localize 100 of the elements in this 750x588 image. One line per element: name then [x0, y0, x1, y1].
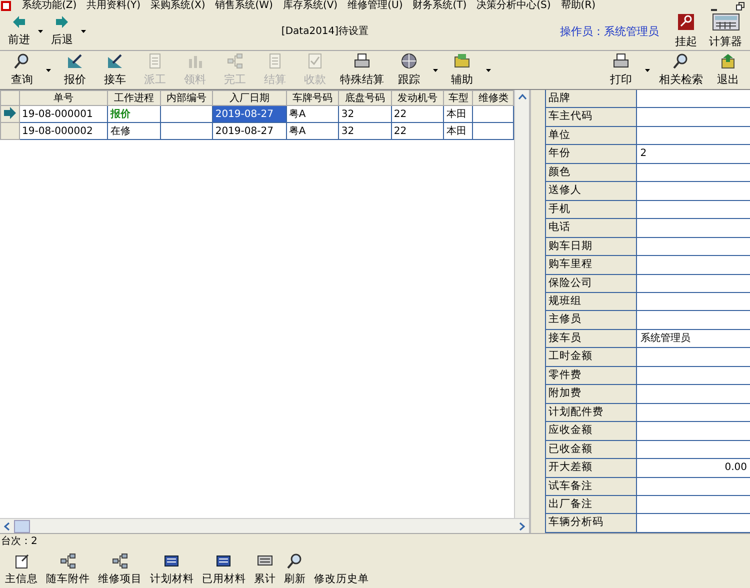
bottom-tab[interactable]: 修改历史单 [311, 552, 372, 586]
right-arrow-icon [3, 106, 17, 118]
property-value[interactable]: 系统管理员 [637, 330, 750, 348]
scroll-right-icon[interactable] [519, 522, 526, 530]
toolbar-button[interactable]: 退出 [709, 52, 747, 88]
scroll-up-icon[interactable] [518, 94, 527, 100]
column-header[interactable]: 单号 [20, 90, 108, 106]
tree-icon [60, 552, 76, 568]
column-header[interactable]: 发动机号 [391, 90, 444, 106]
bottom-tab[interactable]: 维修项目 [95, 552, 145, 586]
property-value[interactable]: 2 [637, 145, 750, 163]
table-cell: 本田 [444, 122, 473, 140]
document-icon [147, 53, 163, 69]
bottom-tab[interactable]: 计划材料 [147, 552, 197, 586]
document-icon [14, 552, 30, 568]
column-header[interactable]: 内部编号 [160, 90, 213, 106]
property-name: 年份 [546, 145, 638, 163]
search-icon [14, 53, 30, 69]
property-name: 电话 [546, 219, 638, 237]
card-icon [164, 552, 180, 568]
property-name: 开大差额 [546, 459, 638, 477]
toolbar-button[interactable]: 辅助 [443, 52, 481, 88]
property-name: 品牌 [546, 90, 638, 108]
toolbar-button[interactable]: 跟踪 [390, 52, 428, 88]
toolbar-button[interactable]: 计算器 [705, 12, 746, 50]
caret-icon[interactable] [46, 68, 51, 72]
printer-icon [354, 53, 370, 69]
bottom-tab[interactable]: 主信息 [2, 552, 41, 586]
status-text: 台次：2 [0, 533, 750, 550]
table-cell: 32 [338, 106, 392, 122]
column-header[interactable]: 底盘号码 [338, 90, 392, 106]
toolbar-button[interactable]: 报价 [56, 52, 94, 88]
property-name: 附加费 [546, 385, 638, 403]
property-name: 购车里程 [546, 256, 638, 274]
caret-icon[interactable] [433, 68, 438, 72]
column-header[interactable]: 入厂日期 [212, 90, 286, 106]
pen-icon [67, 53, 83, 69]
property-value[interactable]: 0.00 [637, 459, 750, 477]
column-header[interactable]: 车型 [444, 90, 473, 106]
exit-icon [720, 53, 736, 69]
column-header[interactable]: 工作进程 [108, 90, 160, 106]
table-cell: 22 [391, 122, 444, 140]
toolbar-button[interactable]: 接车 [96, 52, 134, 88]
scroll-thumb[interactable] [14, 520, 30, 532]
nav-button[interactable]: 前进 [4, 14, 34, 48]
horizontal-scrollbar[interactable] [0, 518, 530, 533]
caret-icon[interactable] [486, 68, 491, 72]
property-name: 保险公司 [546, 274, 638, 292]
property-name: 购车日期 [546, 238, 638, 256]
bottom-tab[interactable]: 已用材料 [199, 552, 249, 586]
pen-icon [107, 53, 123, 69]
app-icon [0, 0, 12, 12]
bottom-tab[interactable]: 随车附件 [43, 552, 93, 586]
table-cell: 22 [391, 106, 444, 122]
table-cell: 报价 [108, 106, 160, 122]
vertical-scrollbar[interactable] [514, 90, 530, 518]
table-cell: 本田 [444, 106, 473, 122]
menu-item[interactable]: 共用资料(Y) [86, 0, 141, 12]
bottom-tab[interactable]: 累计 [251, 552, 279, 586]
caret-icon[interactable] [645, 68, 650, 72]
search-icon [287, 552, 303, 568]
globe-icon [401, 53, 417, 69]
table-cell: 19-08-000002 [20, 122, 108, 140]
toolbar-button[interactable]: 相关检索 [655, 52, 707, 88]
property-name: 单位 [546, 126, 638, 144]
printer-icon [613, 53, 629, 69]
caret-icon[interactable] [81, 30, 86, 32]
restore-icon[interactable] [734, 0, 746, 12]
property-name: 手机 [546, 200, 638, 218]
right-arrow-icon [55, 15, 69, 29]
table-cell: 在修 [108, 122, 160, 140]
tree-icon [112, 552, 128, 568]
calculator-icon [712, 13, 740, 31]
table-cell: 2019-08-27 [212, 122, 286, 140]
caret-icon[interactable] [38, 30, 43, 32]
keyboard-icon [257, 552, 273, 568]
operator-label: 操作员：系统管理员 [560, 24, 659, 38]
table-cell: 32 [338, 122, 392, 140]
property-name: 零件费 [546, 366, 638, 384]
bottom-tab[interactable]: 刷新 [281, 552, 309, 586]
table-cell: 粤A [286, 122, 339, 140]
menu-item[interactable]: 帮助(R) [560, 0, 596, 12]
row-indicator[interactable] [0, 106, 20, 122]
column-header[interactable]: 维修类 [472, 90, 514, 106]
property-name: 主修员 [546, 311, 638, 329]
toolbar-button[interactable]: 挂起 [671, 12, 701, 50]
search-icon [673, 53, 689, 69]
toolbar-button[interactable]: 特殊结算 [336, 52, 388, 88]
left-arrow-icon [12, 15, 26, 29]
bars-icon [187, 53, 203, 69]
column-header[interactable]: 车牌号码 [286, 90, 339, 106]
nav-button[interactable]: 后退 [47, 14, 77, 48]
table-cell: 2019-08-27 [212, 106, 286, 122]
scroll-left-icon[interactable] [4, 522, 10, 530]
folder-icon [454, 53, 470, 69]
property-name: 出厂备注 [546, 496, 638, 514]
table-cell: 粤A [286, 106, 339, 122]
document-icon [267, 53, 283, 69]
toolbar-button[interactable]: 打印 [602, 52, 640, 88]
toolbar-button[interactable]: 查询 [3, 52, 41, 88]
